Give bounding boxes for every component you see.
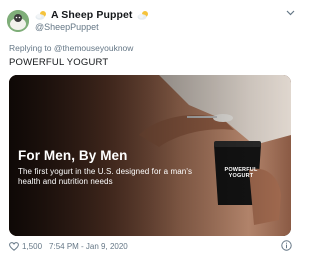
like-count[interactable]: 1,500 (22, 242, 42, 251)
author-handle[interactable]: @SheepPuppet (35, 22, 99, 32)
author-display-name[interactable]: A Sheep Puppet (51, 9, 133, 21)
heart-icon[interactable] (9, 242, 19, 251)
tweet-card: A Sheep Puppet @SheepPuppet Replying to … (0, 0, 300, 258)
info-icon[interactable] (281, 240, 292, 251)
cloud-sun-emoji-icon (137, 10, 149, 21)
tweet-timestamp[interactable]: 7:54 PM - Jan 9, 2020 (49, 242, 128, 251)
author-name-row[interactable]: A Sheep Puppet (35, 8, 149, 22)
tweet-text: POWERFUL YOGURT (9, 57, 109, 68)
tweet-footer: 1,500 7:54 PM - Jan 9, 2020 (9, 241, 128, 252)
media-ad-subline: The first yogurt in the U.S. designed fo… (18, 167, 193, 186)
product-cup-label: POWERFUL YOGURT (224, 167, 258, 179)
chevron-down-icon[interactable] (286, 10, 295, 16)
media-ad-headline: For Men, By Men (18, 148, 128, 163)
cloud-sun-emoji-icon (35, 10, 47, 21)
reply-prefix: Replying to (9, 43, 52, 53)
reply-context: Replying to @themouseyouknow (9, 43, 133, 53)
avatar[interactable] (7, 10, 29, 32)
tweet-media-image[interactable]: For Men, By Men The first yogurt in the … (9, 75, 291, 236)
reply-mention-link[interactable]: @themouseyouknow (54, 43, 134, 53)
